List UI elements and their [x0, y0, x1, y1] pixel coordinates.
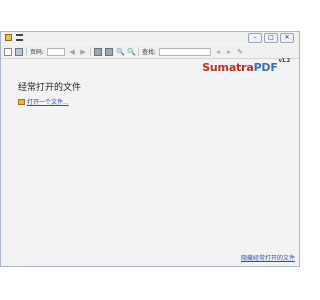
page-label: 页码: — [30, 49, 45, 56]
logo-pdf: PDF — [253, 61, 278, 74]
menu-bar: – □ ✕ — [1, 32, 299, 43]
close-button[interactable]: ✕ — [280, 33, 294, 43]
toolbar-separator — [26, 47, 27, 56]
minimize-button[interactable]: – — [248, 33, 262, 43]
folder-icon — [18, 98, 25, 105]
print-icon[interactable] — [15, 47, 23, 56]
logo-sumatra: Sumatra — [202, 61, 254, 74]
next-page-icon[interactable]: ▶ — [79, 48, 87, 56]
search-label: 查找: — [142, 49, 157, 56]
maximize-button[interactable]: □ — [264, 33, 278, 43]
match-case-icon[interactable]: ✎ — [236, 48, 244, 56]
hide-frequent-list-link[interactable]: 隐藏经常打开的文件 — [241, 253, 295, 262]
toolbar-separator — [90, 47, 92, 56]
fit-page-icon[interactable] — [94, 47, 103, 56]
search-input[interactable] — [159, 47, 212, 56]
fit-width-icon[interactable] — [105, 47, 114, 56]
zoom-in-icon[interactable]: 🔍 — [127, 48, 136, 56]
find-next-icon[interactable]: ▸ — [225, 48, 233, 56]
prev-page-icon[interactable]: ◀ — [68, 48, 76, 56]
page-title: 经常打开的文件 — [18, 83, 82, 93]
version-label: v1.2 — [278, 58, 291, 64]
open-icon[interactable] — [4, 47, 12, 56]
sumatra-app-icon[interactable] — [5, 34, 12, 41]
toolbar: 页码: ◀ ▶ 🔍 🔍 查找: ◂ ▸ ✎ — [1, 45, 299, 59]
app-logo: SumatraPDFv1.2 — [202, 58, 291, 74]
find-prev-icon[interactable]: ◂ — [214, 48, 222, 56]
window-controls: – □ ✕ — [248, 33, 294, 43]
toolbar-separator — [138, 47, 140, 56]
zoom-out-icon[interactable]: 🔍 — [116, 48, 125, 56]
open-document-link[interactable]: 打开一个文件... — [18, 97, 69, 106]
app-window: – □ ✕ 页码: ◀ ▶ 🔍 🔍 查找: ◂ ▸ ✎ SumatraPDFv1… — [0, 31, 300, 267]
page-number-input[interactable] — [47, 47, 66, 56]
menu-list-icon[interactable] — [16, 34, 23, 41]
open-document-label[interactable]: 打开一个文件... — [27, 97, 69, 106]
